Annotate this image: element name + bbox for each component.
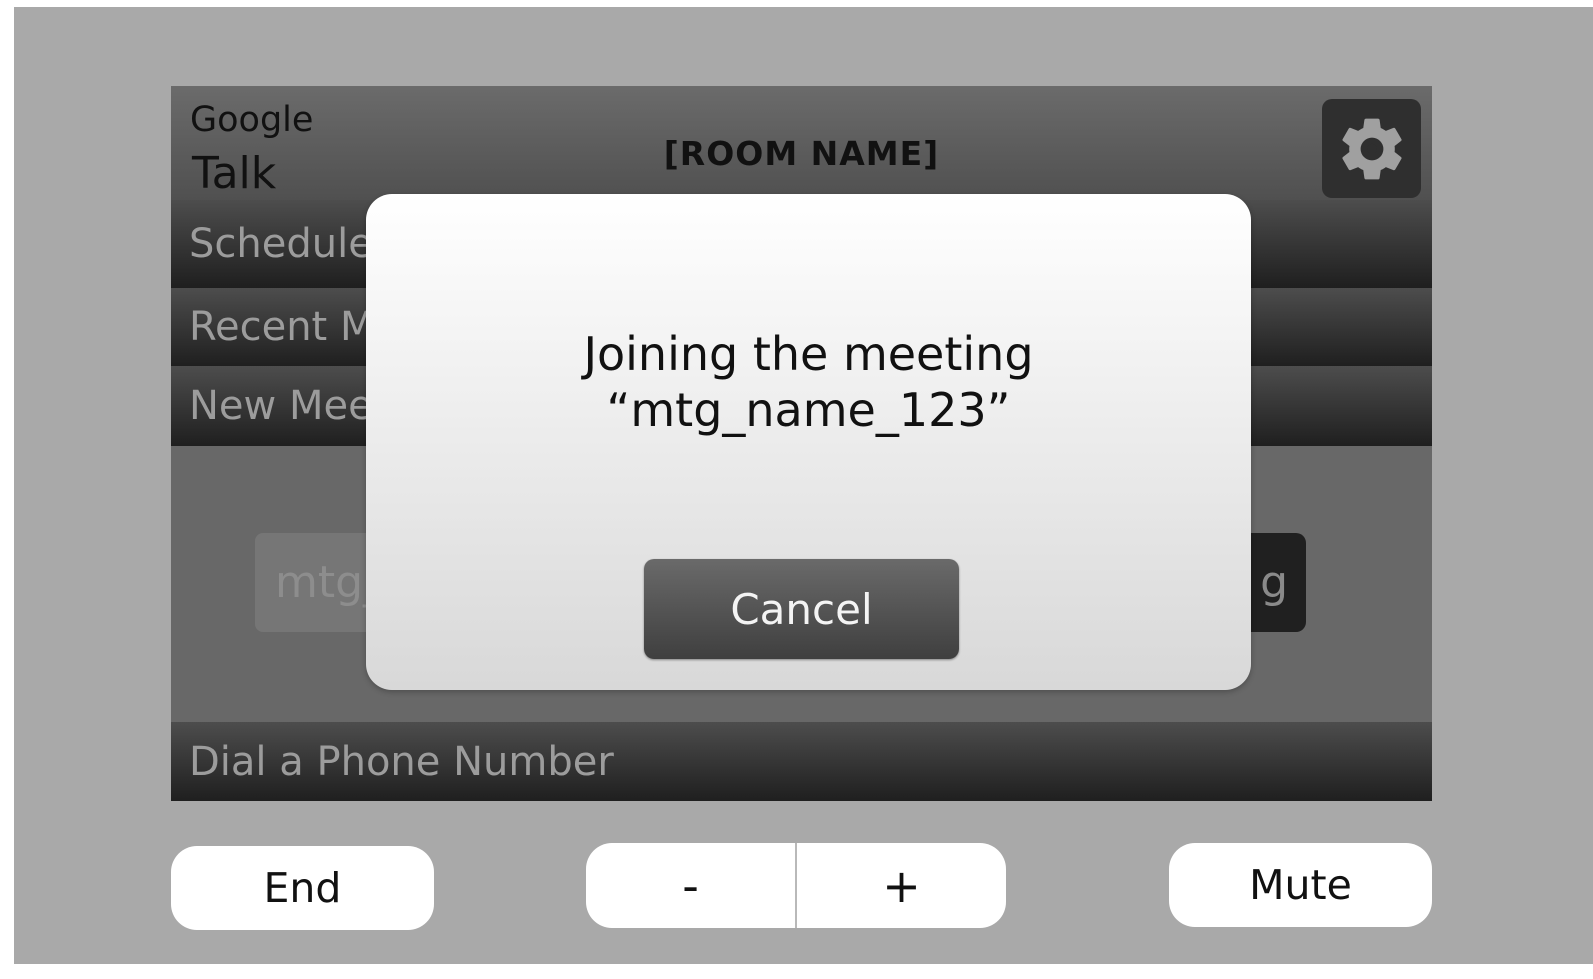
- settings-button[interactable]: [1322, 99, 1421, 198]
- volume-control: - +: [586, 843, 1006, 928]
- menu-item-label: New Mee: [189, 383, 373, 429]
- menu-item-label: Dial a Phone Number: [189, 738, 614, 785]
- gear-icon: [1341, 118, 1402, 179]
- volume-up-button[interactable]: +: [797, 843, 1006, 928]
- menu-item-dial-phone[interactable]: Dial a Phone Number: [171, 722, 1432, 801]
- dialog-message-meeting-name: “mtg_name_123”: [606, 383, 1011, 437]
- end-call-button[interactable]: End: [171, 846, 434, 930]
- room-name-title: [ROOM NAME]: [663, 134, 940, 173]
- menu-item-label: Recent M: [189, 304, 375, 350]
- joining-dialog: Joining the meeting “mtg_name_123” Cance…: [366, 194, 1251, 690]
- cancel-button[interactable]: Cancel: [644, 559, 959, 659]
- mute-button[interactable]: Mute: [1169, 843, 1432, 927]
- dialog-message: Joining the meeting “mtg_name_123”: [366, 326, 1251, 438]
- dialog-message-line1: Joining the meeting: [583, 327, 1034, 381]
- volume-down-button[interactable]: -: [586, 843, 795, 928]
- header-bar: Google Talk [ROOM NAME]: [171, 86, 1432, 200]
